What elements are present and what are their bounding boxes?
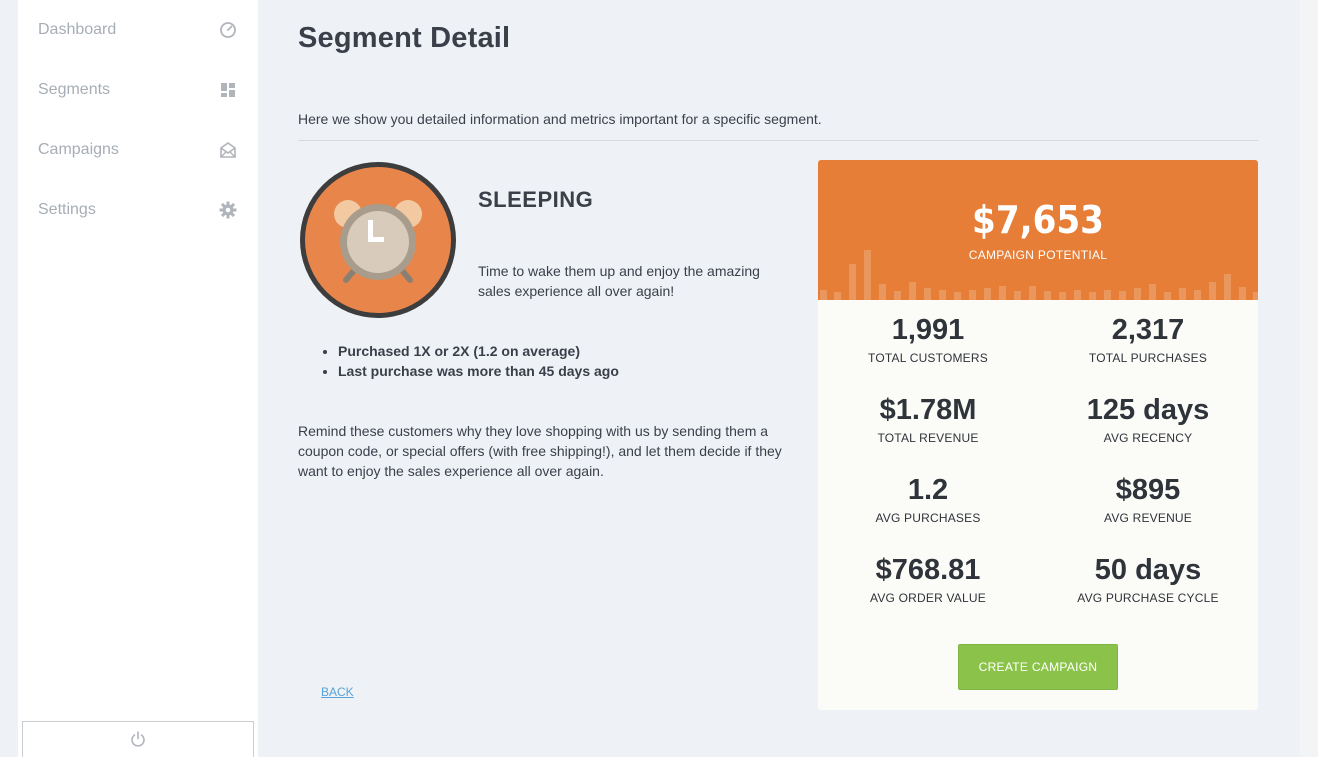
sidebar-item-label: Settings: [38, 201, 96, 218]
alarm-clock-icon: [298, 160, 458, 320]
sidebar-item-settings[interactable]: Settings: [18, 190, 258, 230]
main-content: Segment Detail Here we show you detailed…: [258, 0, 1300, 757]
back-link[interactable]: BACK: [321, 685, 354, 699]
metrics-card: $7,653 CAMPAIGN POTENTIAL 1,991 TOTAL CU…: [818, 160, 1258, 710]
logout-button[interactable]: [22, 721, 254, 757]
app-root: Dashboard Segments Campaigns Settings Se…: [0, 0, 1318, 757]
segment-tagline: Time to wake them up and enjoy the amazi…: [478, 263, 760, 299]
segment-name: SLEEPING: [478, 187, 594, 212]
create-campaign-button[interactable]: CREATE CAMPAIGN: [958, 644, 1118, 690]
gauge-icon: [218, 20, 238, 40]
metric-avg-revenue: $895 AVG REVENUE: [1038, 473, 1258, 525]
mail-icon: [218, 140, 238, 160]
divider: [298, 140, 1258, 141]
page-intro: Here we show you detailed information an…: [298, 111, 822, 127]
metric-total-revenue: $1.78M TOTAL REVENUE: [818, 393, 1038, 445]
metric-avg-order-value: $768.81 AVG ORDER VALUE: [818, 553, 1038, 605]
sidebar-item-label: Segments: [38, 81, 111, 98]
sidebar-item-segments[interactable]: Segments: [18, 70, 258, 110]
metric-label: AVG ORDER VALUE: [870, 591, 986, 605]
metric-total-customers: 1,991 TOTAL CUSTOMERS: [818, 313, 1038, 365]
grid-icon: [218, 80, 238, 100]
metric-label: TOTAL REVENUE: [877, 431, 979, 445]
segment-description: Remind these customers why they love sho…: [298, 423, 782, 479]
metric-total-purchases: 2,317 TOTAL PURCHASES: [1038, 313, 1258, 365]
sidebar-item-label: Campaigns: [38, 141, 119, 158]
page-title: Segment Detail: [298, 22, 511, 54]
metric-value: 2,317: [1111, 314, 1185, 346]
campaign-potential-header: $7,653 CAMPAIGN POTENTIAL: [818, 160, 1258, 300]
metric-label: AVG RECENCY: [1103, 431, 1193, 445]
metric-avg-purchase-cycle: 50 days AVG PURCHASE CYCLE: [1038, 553, 1258, 605]
metric-value: 1.2: [907, 474, 949, 506]
metric-label: AVG REVENUE: [1104, 511, 1192, 525]
campaign-potential-label: CAMPAIGN POTENTIAL: [968, 248, 1108, 262]
sidebar-item-dashboard[interactable]: Dashboard: [18, 10, 258, 50]
campaign-potential-value: $7,653: [972, 198, 1104, 242]
criteria-item: Purchased 1X or 2X (1.2 on average): [338, 341, 619, 361]
metric-label: AVG PURCHASE CYCLE: [1077, 591, 1219, 605]
sidebar: Dashboard Segments Campaigns Settings: [18, 0, 258, 757]
metric-value: $895: [1115, 474, 1181, 506]
right-gutter: [1300, 0, 1318, 757]
metric-label: AVG PURCHASES: [875, 511, 981, 525]
gear-icon: [218, 200, 238, 220]
metric-value: $1.78M: [879, 394, 977, 426]
power-icon: [129, 730, 147, 753]
metric-label: TOTAL CUSTOMERS: [868, 351, 988, 365]
sidebar-item-label: Dashboard: [38, 21, 117, 38]
metric-avg-recency: 125 days AVG RECENCY: [1038, 393, 1258, 445]
criteria-item: Last purchase was more than 45 days ago: [338, 361, 619, 381]
metric-value: 50 days: [1094, 554, 1202, 586]
metric-value: $768.81: [875, 554, 981, 586]
metric-label: TOTAL PURCHASES: [1088, 351, 1208, 365]
metric-value: 125 days: [1086, 394, 1210, 426]
metric-avg-purchases: 1.2 AVG PURCHASES: [818, 473, 1038, 525]
segment-criteria: Purchased 1X or 2X (1.2 on average) Last…: [338, 341, 619, 381]
sidebar-item-campaigns[interactable]: Campaigns: [18, 130, 258, 170]
metric-value: 1,991: [891, 314, 965, 346]
